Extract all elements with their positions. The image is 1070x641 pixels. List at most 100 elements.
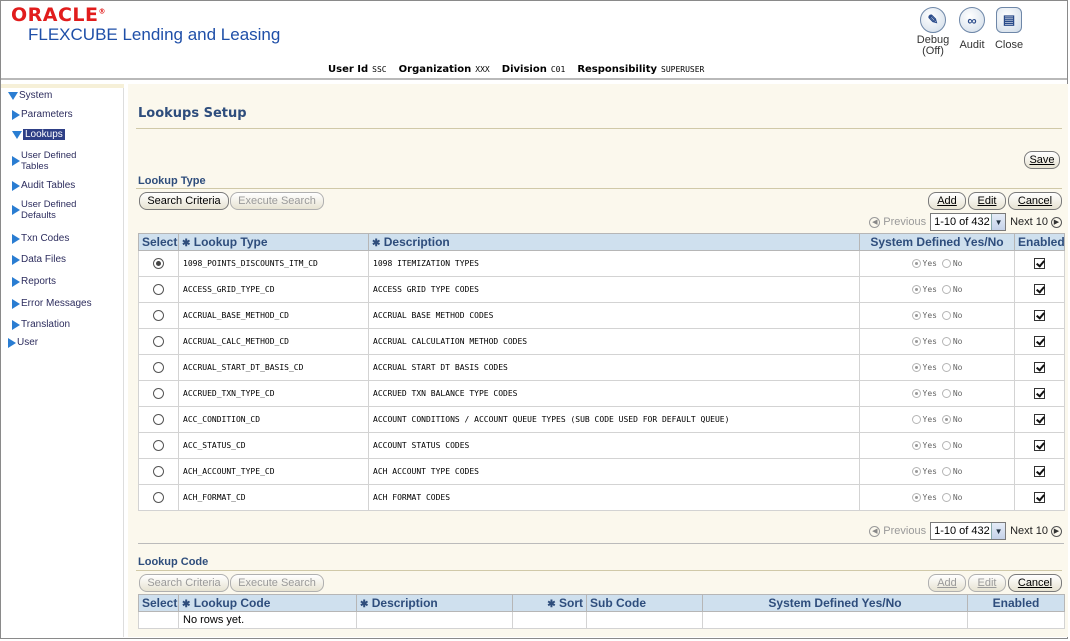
required-asterisk-icon: ✱ (360, 599, 369, 610)
yes-label: Yes (922, 441, 937, 450)
system-defined-yes-radio (911, 389, 921, 398)
table-row[interactable]: 1098_POINTS_DISCOUNTS_ITM_CD 1098 ITEMIZA… (138, 250, 1065, 277)
enabled-checkbox[interactable] (1034, 362, 1045, 373)
description-cell: ACCRUAL CALCULATION METHOD CODES (368, 328, 860, 355)
chevron-down-icon: ▼ (991, 523, 1006, 539)
enabled-checkbox[interactable] (1034, 310, 1045, 321)
yes-label: Yes (922, 415, 937, 424)
system-defined-yes-radio (911, 285, 921, 294)
yes-label: Yes (922, 259, 937, 268)
user-info-bar: User Id SSC Organization XXX Division C01 R… (328, 64, 705, 75)
row-select-radio[interactable] (153, 310, 164, 321)
row-select-radio[interactable] (153, 258, 164, 269)
lookup-code-search-criteria-button[interactable]: Search Criteria (139, 574, 229, 592)
sidebar-item-system[interactable]: System (8, 90, 52, 101)
row-select-radio[interactable] (153, 388, 164, 399)
sidebar-item-audit-tables[interactable]: Audit Tables (12, 180, 75, 191)
table-row[interactable]: ACCRUAL_BASE_METHOD_CD ACCRUAL BASE METHO… (138, 302, 1065, 329)
table-row[interactable]: ACC_STATUS_CD ACCOUNT STATUS CODES Yes No (138, 432, 1065, 459)
column-header-sub-code: Sub Code (586, 594, 703, 612)
debug-link[interactable]: ✎ Debug (Off) (913, 7, 953, 57)
row-select-cell (138, 380, 179, 407)
lookup-type-cancel-button[interactable]: Cancel (1008, 192, 1062, 210)
page-range-select[interactable]: 1-10 of 432 ▼ (930, 522, 1007, 540)
required-asterisk-icon: ✱ (182, 238, 191, 249)
sidebar-item-reports[interactable]: Reports (12, 276, 56, 287)
sidebar-item-parameters[interactable]: Parameters (12, 109, 73, 120)
lookup-code-cancel-button[interactable]: Cancel (1008, 574, 1062, 592)
row-select-radio[interactable] (153, 362, 164, 373)
lookup-type-cell: ACCESS_GRID_TYPE_CD (178, 276, 369, 303)
enabled-checkbox[interactable] (1034, 284, 1045, 295)
sidebar-item-translation[interactable]: Translation (12, 319, 70, 330)
lookup-type-execute-search-button[interactable]: Execute Search (230, 192, 324, 210)
required-asterisk-icon: ✱ (547, 599, 556, 610)
system-defined-cell: Yes No (859, 354, 1015, 381)
audit-link[interactable]: ∞ Audit (952, 7, 992, 51)
row-select-radio[interactable] (153, 284, 164, 295)
row-select-radio[interactable] (153, 414, 164, 425)
column-header-sort[interactable]: ✱ Sort (512, 594, 587, 612)
sidebar-item-user-defined-defaults[interactable]: User Defined Defaults (12, 199, 76, 221)
column-header-description[interactable]: ✱ Description (368, 233, 860, 251)
expanded-triangle-icon (12, 130, 22, 139)
enabled-checkbox[interactable] (1034, 388, 1045, 399)
system-defined-cell: Yes No (859, 432, 1015, 459)
page-range-select[interactable]: 1-10 of 432 ▼ (930, 213, 1007, 231)
column-header-lookup-type[interactable]: ✱ Lookup Type (178, 233, 369, 251)
lookup-type-cell: ACCRUAL_BASE_METHOD_CD (178, 302, 369, 329)
column-header-lookup-code[interactable]: ✱ Lookup Code (178, 594, 357, 612)
enabled-checkbox[interactable] (1034, 492, 1045, 503)
sidebar-item-data-files[interactable]: Data Files (12, 254, 66, 265)
next-arrow-icon: ▶ (1051, 525, 1062, 537)
next-link[interactable]: Next 10 ▶ (1010, 525, 1062, 537)
sidebar-item-user[interactable]: User (8, 337, 38, 348)
system-defined-no-radio (941, 415, 951, 424)
save-button[interactable]: Save (1024, 151, 1060, 169)
row-select-radio[interactable] (153, 440, 164, 451)
row-select-radio[interactable] (153, 466, 164, 477)
sidebar-item-error-messages[interactable]: Error Messages (12, 298, 92, 309)
audit-icon: ∞ (959, 7, 985, 33)
table-row[interactable]: ACCRUAL_CALC_METHOD_CD ACCRUAL CALCULATIO… (138, 328, 1065, 355)
required-asterisk-icon: ✱ (182, 599, 191, 610)
row-select-radio[interactable] (153, 336, 164, 347)
previous-link[interactable]: ◀ Previous (869, 525, 926, 537)
column-header-description[interactable]: ✱ Description (356, 594, 513, 612)
previous-arrow-icon: ◀ (869, 525, 881, 537)
row-select-radio[interactable] (153, 492, 164, 503)
table-row[interactable]: ACCRUAL_START_DT_BASIS_CD ACCRUAL START D… (138, 354, 1065, 381)
lookup-type-section-title: Lookup Type (138, 175, 206, 187)
close-link[interactable]: ▤ Close (989, 7, 1029, 51)
lookup-code-execute-search-button[interactable]: Execute Search (230, 574, 324, 592)
no-label: No (952, 311, 963, 320)
table-row[interactable]: ACCESS_GRID_TYPE_CD ACCESS GRID TYPE CODE… (138, 276, 1065, 303)
enabled-checkbox[interactable] (1034, 258, 1045, 269)
lookup-type-edit-button[interactable]: Edit (968, 192, 1006, 210)
lookup-code-add-button[interactable]: Add (928, 574, 966, 592)
table-row[interactable]: ACC_CONDITION_CD ACCOUNT CONDITIONS / ACC… (138, 406, 1065, 433)
system-defined-cell: Yes No (859, 406, 1015, 433)
enabled-cell (1014, 432, 1065, 459)
collapsed-triangle-icon (12, 233, 20, 244)
lookup-type-add-button[interactable]: Add (928, 192, 966, 210)
sidebar-item-txn-codes[interactable]: Txn Codes (12, 233, 69, 244)
lookup-code-edit-button[interactable]: Edit (968, 574, 1006, 592)
enabled-checkbox[interactable] (1034, 466, 1045, 477)
enabled-checkbox[interactable] (1034, 414, 1045, 425)
enabled-checkbox[interactable] (1034, 440, 1045, 451)
previous-link[interactable]: ◀ Previous (869, 216, 926, 228)
lookup-type-search-criteria-button[interactable]: Search Criteria (139, 192, 229, 210)
no-label: No (952, 337, 963, 346)
enabled-checkbox[interactable] (1034, 336, 1045, 347)
sidebar-item-user-defined-tables[interactable]: User Defined Tables (12, 150, 76, 172)
table-row[interactable]: ACH_FORMAT_CD ACH FORMAT CODES Yes No (138, 484, 1065, 511)
table-row[interactable]: ACH_ACCOUNT_TYPE_CD ACH ACCOUNT TYPE CODE… (138, 458, 1065, 485)
description-cell: 1098 ITEMIZATION TYPES (368, 250, 860, 277)
app-header: ORACLE® FLEXCUBE Lending and Leasing ✎ D… (1, 1, 1067, 80)
table-row[interactable]: ACCRUED_TXN_TYPE_CD ACCRUED TXN BALANCE T… (138, 380, 1065, 407)
sidebar-item-lookups[interactable]: Lookups (12, 129, 65, 140)
yes-label: Yes (922, 467, 937, 476)
debug-icon: ✎ (920, 7, 946, 33)
next-link[interactable]: Next 10 ▶ (1010, 216, 1062, 228)
